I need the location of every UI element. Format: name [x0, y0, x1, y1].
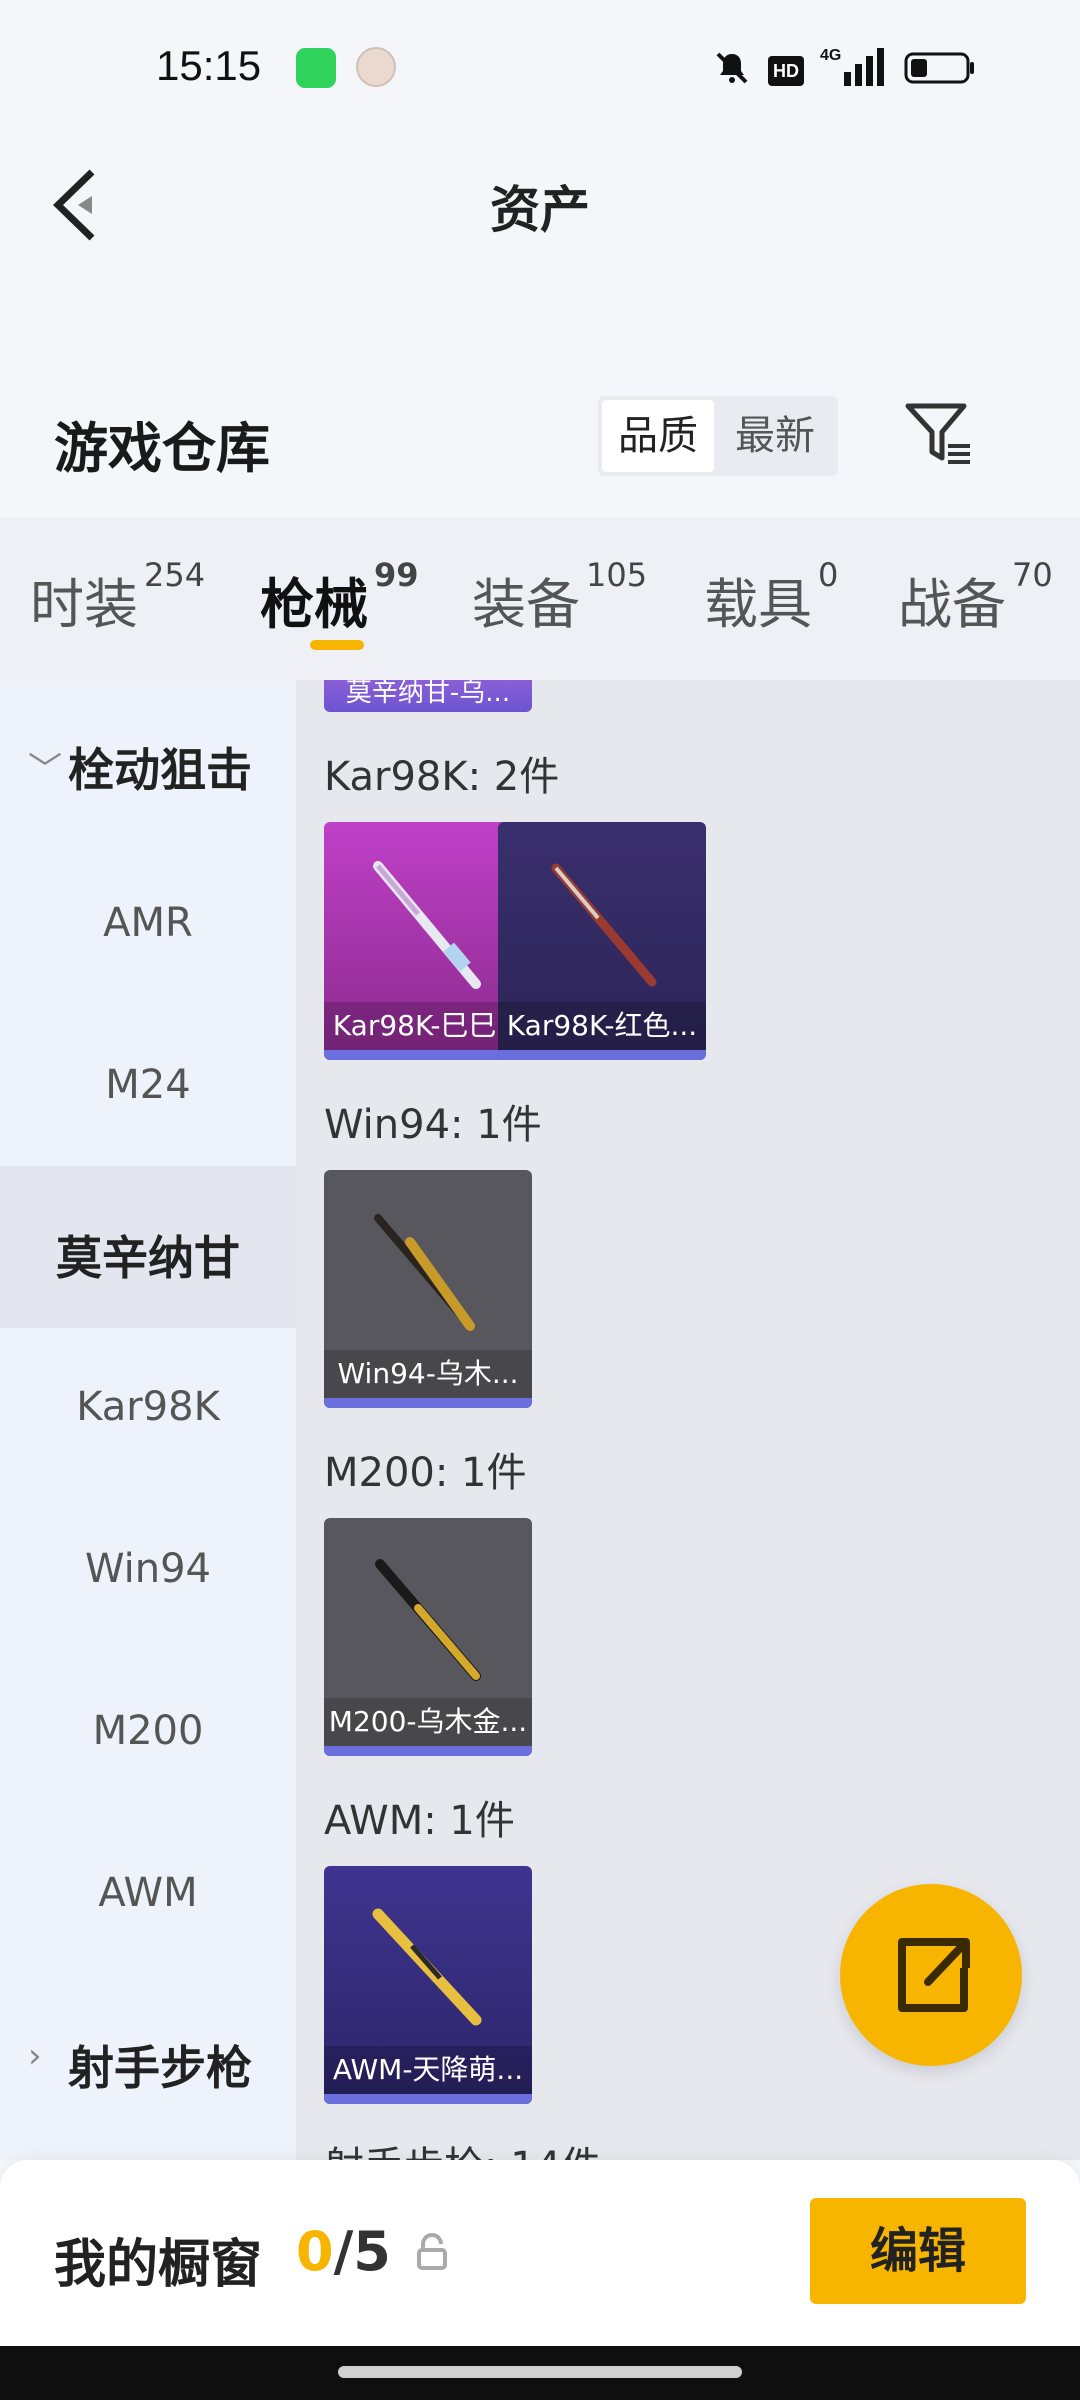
- item-card-m200[interactable]: M200-乌木金...: [324, 1518, 532, 1756]
- tab-label: 载具: [704, 573, 812, 636]
- bell-muted-icon: [716, 52, 748, 84]
- rifle-icon: [373, 861, 481, 989]
- item-card-name: 莫辛纳甘-乌...: [345, 680, 511, 708]
- item-card-name: Kar98K-红色...: [498, 1002, 706, 1050]
- tab-supplies[interactable]: 战备 70: [898, 556, 1053, 639]
- sort-quality-button[interactable]: 品质: [602, 400, 714, 472]
- rifle-icon: [372, 1908, 482, 2026]
- item-card-awm[interactable]: AWM-天降萌...: [324, 1866, 532, 2104]
- item-card-win94[interactable]: Win94-乌木...: [324, 1170, 532, 1408]
- sidenav-item-m200[interactable]: M200: [0, 1708, 296, 1754]
- rarity-bar: [324, 2094, 532, 2104]
- tab-label: 枪械: [260, 573, 368, 636]
- rifle-icon: [375, 1559, 481, 1681]
- sort-latest-button[interactable]: 最新: [716, 400, 834, 472]
- sidenav-item-win94[interactable]: Win94: [0, 1546, 296, 1592]
- share-icon: [898, 1938, 970, 2012]
- rifle-icon: [551, 863, 657, 987]
- chevron-right-icon: ›: [28, 2036, 42, 2076]
- avatar-notification-icon: [356, 47, 396, 87]
- share-button[interactable]: [840, 1884, 1022, 2066]
- rarity-bar: [324, 1398, 532, 1408]
- tab-label: 装备: [472, 573, 580, 636]
- tab-count: 70: [1012, 556, 1053, 594]
- tab-firearms[interactable]: 枪械 99: [260, 556, 419, 639]
- group-label-awm: AWM: 1件: [324, 1798, 515, 1844]
- filter-icon[interactable]: [904, 400, 976, 470]
- edit-button[interactable]: 编辑: [810, 2198, 1026, 2304]
- item-card-kar98k-2[interactable]: Kar98K-红色...: [498, 822, 706, 1060]
- page-title: 资产: [490, 181, 590, 239]
- tab-label: 战备: [898, 573, 1006, 636]
- sidenav-item-amr[interactable]: AMR: [0, 900, 296, 946]
- sidenav-item-kar98k[interactable]: Kar98K: [0, 1384, 296, 1430]
- showcase-label: 我的橱窗: [54, 2235, 263, 2295]
- group-label-win94: Win94: 1件: [324, 1102, 542, 1148]
- group-label-kar98k: Kar98K: 2件: [324, 754, 560, 800]
- home-indicator[interactable]: [338, 2366, 742, 2378]
- tab-label: 时装: [30, 573, 138, 636]
- sidenav-group-label: 射手步枪: [68, 2041, 252, 2095]
- rarity-bar: [324, 1746, 532, 1756]
- tab-count: 0: [818, 556, 839, 594]
- tab-count: 105: [586, 556, 648, 594]
- item-card-name: AWM-天降萌...: [324, 2046, 532, 2094]
- tab-count: 99: [374, 556, 419, 594]
- sidenav-item-m24[interactable]: M24: [0, 1062, 296, 1108]
- sidenav-item-awm[interactable]: AWM: [0, 1870, 296, 1916]
- signal-icon: 4G: [820, 47, 884, 86]
- active-tab-indicator: [310, 640, 364, 650]
- network-type: 4G: [820, 47, 841, 64]
- tab-vehicles[interactable]: 载具 0: [704, 556, 838, 639]
- chevron-down-icon: ﹀: [28, 750, 62, 790]
- lock-icon: [417, 2233, 447, 2270]
- showcase-current: 0: [296, 2220, 334, 2283]
- rifle-icon: [374, 1214, 475, 1331]
- app-notification-icon: [296, 48, 336, 88]
- hd-icon: HD: [768, 56, 804, 86]
- tab-fashion[interactable]: 时装 254: [30, 556, 205, 639]
- showcase-count: 0/5: [296, 2220, 391, 2283]
- item-card-name: Win94-乌木...: [324, 1350, 532, 1398]
- item-card-partial[interactable]: 莫辛纳甘-乌...: [324, 680, 532, 712]
- sidenav-item-mosin[interactable]: 莫辛纳甘: [0, 1222, 296, 1288]
- rarity-bar: [498, 1050, 706, 1060]
- showcase-total: /5: [333, 2220, 391, 2283]
- tab-equipment[interactable]: 装备 105: [472, 556, 647, 639]
- item-card-name: M200-乌木金...: [324, 1698, 532, 1746]
- status-time: 15:15: [156, 42, 262, 89]
- sidenav-group-label: 栓动狙击: [68, 743, 252, 797]
- warehouse-title: 游戏仓库: [54, 417, 270, 480]
- group-label-m200: M200: 1件: [324, 1450, 527, 1496]
- tab-count: 254: [144, 556, 206, 594]
- battery-icon: [904, 52, 974, 84]
